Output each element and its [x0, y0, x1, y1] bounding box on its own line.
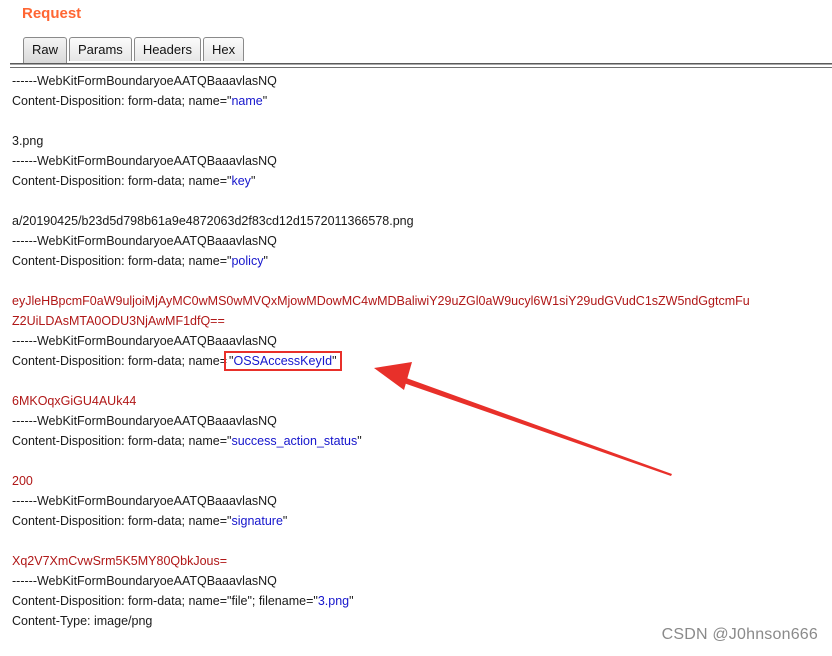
- value-line: Z2UiLDAsMTA0ODU3NjAwMF1dfQ==: [12, 314, 225, 328]
- boundary-line: ------WebKitFormBoundaryoeAATQBaaavlasNQ: [12, 414, 277, 428]
- content-disposition-line: Content-Disposition: form-data; name= "OS…: [12, 351, 342, 371]
- field-name: policy: [231, 254, 264, 268]
- request-tabs: Raw Params Headers Hex: [23, 37, 245, 63]
- tab-hex[interactable]: Hex: [202, 37, 245, 61]
- boundary-line: ------WebKitFormBoundaryoeAATQBaaavlasNQ: [12, 74, 277, 88]
- value-line: eyJleHBpcmF0aW9uljoiMjAyMC0wMS0wMVQxMjow…: [12, 294, 750, 308]
- field-name: signature: [231, 514, 283, 528]
- value-line: 3.png: [12, 134, 44, 148]
- content-disposition-line: Content-Disposition: form-data; name="si…: [12, 514, 288, 528]
- field-name: OSSAccessKeyId: [233, 354, 333, 368]
- field-name: key: [231, 174, 251, 188]
- highlight-box: "OSSAccessKeyId": [224, 351, 342, 371]
- watermark: CSDN @J0hnson666: [661, 626, 818, 643]
- boundary-line: ------WebKitFormBoundaryoeAATQBaaavlasNQ: [12, 334, 277, 348]
- boundary-line: ------WebKitFormBoundaryoeAATQBaaavlasNQ: [12, 234, 277, 248]
- request-panel-title: Request: [22, 5, 82, 22]
- tab-raw[interactable]: Raw: [23, 37, 68, 63]
- content-disposition-line: Content-Disposition: form-data; name="su…: [12, 434, 362, 448]
- value-line: a/20190425/b23d5d798b61a9e4872063d2f83cd…: [12, 214, 414, 228]
- file-name: 3.png: [317, 594, 350, 608]
- field-name: name: [231, 94, 263, 108]
- boundary-line: ------WebKitFormBoundaryoeAATQBaaavlasNQ: [12, 494, 277, 508]
- value-line: Xq2V7XmCvwSrm5K5MY80QbkJous=: [12, 554, 228, 568]
- tab-divider: [10, 63, 832, 65]
- content-disposition-line: Content-Disposition: form-data; name="ke…: [12, 174, 256, 188]
- content-disposition-line: Content-Disposition: form-data; name="fi…: [12, 594, 354, 608]
- value-line: 6MKOqxGiGU4AUk44: [12, 394, 137, 408]
- raw-request-body[interactable]: ------WebKitFormBoundaryoeAATQBaaavlasNQ…: [12, 71, 827, 631]
- boundary-line: ------WebKitFormBoundaryoeAATQBaaavlasNQ: [12, 574, 277, 588]
- tab-headers[interactable]: Headers: [133, 37, 201, 61]
- tab-divider-inner: [10, 67, 832, 68]
- content-disposition-line: Content-Disposition: form-data; name="na…: [12, 94, 268, 108]
- content-disposition-line: Content-Disposition: form-data; name="po…: [12, 254, 268, 268]
- value-line: 200: [12, 474, 33, 488]
- field-name: success_action_status: [231, 434, 358, 448]
- boundary-line: ------WebKitFormBoundaryoeAATQBaaavlasNQ: [12, 154, 277, 168]
- tab-params[interactable]: Params: [69, 37, 132, 61]
